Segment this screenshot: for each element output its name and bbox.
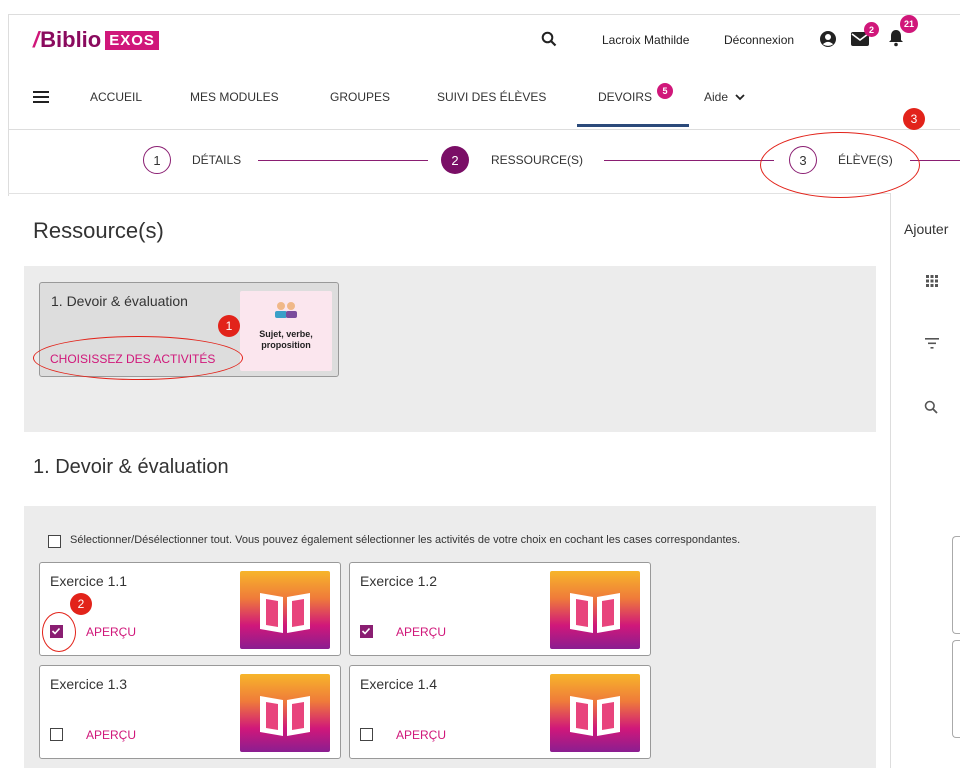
- panel-card-edge-2: [952, 640, 960, 738]
- exercise-thumbnail: [240, 674, 330, 752]
- logo-text: Biblio: [40, 27, 102, 52]
- exercise-checkbox[interactable]: [360, 625, 373, 638]
- annotation-marker-1: 1: [218, 315, 240, 337]
- exercise-checkbox[interactable]: [360, 728, 373, 741]
- logout-link[interactable]: Déconnexion: [724, 33, 794, 47]
- exercise-thumbnail: [240, 571, 330, 649]
- annotation-ellipse-2: [42, 612, 76, 652]
- step-connector-2: [604, 160, 774, 161]
- exercise-title: Exercice 1.4: [360, 676, 438, 692]
- header-divider: [8, 129, 960, 130]
- active-tab-indicator: [577, 124, 689, 127]
- account-icon[interactable]: [819, 30, 837, 48]
- nav-mes-modules[interactable]: MES MODULES: [190, 90, 279, 104]
- search-panel-icon[interactable]: [924, 400, 938, 414]
- filter-icon[interactable]: [925, 338, 939, 349]
- annotation-ellipse-3: [760, 132, 920, 198]
- nav-aide[interactable]: Aide: [704, 90, 728, 104]
- step-1-label[interactable]: DÉTAILS: [192, 153, 241, 167]
- stepper-divider: [8, 193, 890, 194]
- user-name[interactable]: Lacroix Mathilde: [602, 33, 689, 47]
- right-panel-title: Ajouter: [904, 221, 949, 237]
- select-all-label: Sélectionner/Désélectionner tout. Vous p…: [70, 534, 741, 546]
- annotation-ellipse-1: [33, 336, 243, 380]
- nav-accueil[interactable]: ACCUEIL: [90, 90, 142, 104]
- menu-icon[interactable]: [33, 91, 49, 103]
- notification-badge: 21: [900, 15, 918, 33]
- resource-thumbnail-text: Sujet, verbe, proposition: [259, 329, 313, 350]
- devoirs-badge: 5: [657, 83, 673, 99]
- exercise-card-1-3[interactable]: Exercice 1.3 APERÇU: [39, 665, 341, 759]
- right-panel: [890, 193, 960, 768]
- annotation-marker-2: 2: [70, 593, 92, 615]
- preview-link[interactable]: APERÇU: [86, 625, 136, 639]
- book-icon: [260, 696, 310, 736]
- preview-link[interactable]: APERÇU: [396, 728, 446, 742]
- step-2-circle[interactable]: 2: [441, 146, 469, 174]
- mail-badge: 2: [864, 22, 879, 37]
- step-2-label[interactable]: RESSOURCE(S): [491, 153, 583, 167]
- chevron-down-icon[interactable]: [735, 94, 745, 101]
- check-icon: [361, 627, 371, 635]
- nav-groupes[interactable]: GROUPES: [330, 90, 390, 104]
- grid-view-icon[interactable]: [926, 275, 938, 287]
- book-icon: [260, 593, 310, 633]
- exercise-title: Exercice 1.2: [360, 573, 438, 589]
- exercise-thumbnail: [550, 571, 640, 649]
- bell-icon[interactable]: [888, 29, 904, 47]
- students-icon: [275, 302, 297, 318]
- book-icon: [570, 696, 620, 736]
- step-connector-1: [258, 160, 428, 161]
- section-title: 1. Devoir & évaluation: [33, 456, 229, 478]
- exercise-checkbox[interactable]: [50, 728, 63, 741]
- exercise-title: Exercice 1.3: [50, 676, 128, 692]
- search-icon[interactable]: [541, 31, 557, 47]
- resource-card-title: 1. Devoir & évaluation: [51, 293, 188, 309]
- nav-suivi-eleves[interactable]: SUIVI DES ÉLÈVES: [437, 90, 546, 104]
- book-icon: [570, 593, 620, 633]
- exercise-card-1-4[interactable]: Exercice 1.4 APERÇU: [349, 665, 651, 759]
- step-1-circle[interactable]: 1: [143, 146, 171, 174]
- logo-badge: EXOS: [105, 30, 159, 50]
- exercise-card-1-2[interactable]: Exercice 1.2 APERÇU: [349, 562, 651, 656]
- exercise-thumbnail: [550, 674, 640, 752]
- annotation-marker-3: 3: [903, 108, 925, 130]
- nav-devoirs[interactable]: DEVOIRS: [598, 90, 652, 104]
- resource-thumbnail: Sujet, verbe, proposition: [240, 291, 332, 371]
- preview-link[interactable]: APERÇU: [86, 728, 136, 742]
- preview-link[interactable]: APERÇU: [396, 625, 446, 639]
- resources-title: Ressource(s): [33, 218, 164, 243]
- exercise-title: Exercice 1.1: [50, 573, 128, 589]
- logo[interactable]: / Biblio EXOS: [33, 27, 159, 53]
- panel-card-edge-1: [952, 536, 960, 634]
- select-all-checkbox[interactable]: [48, 535, 61, 548]
